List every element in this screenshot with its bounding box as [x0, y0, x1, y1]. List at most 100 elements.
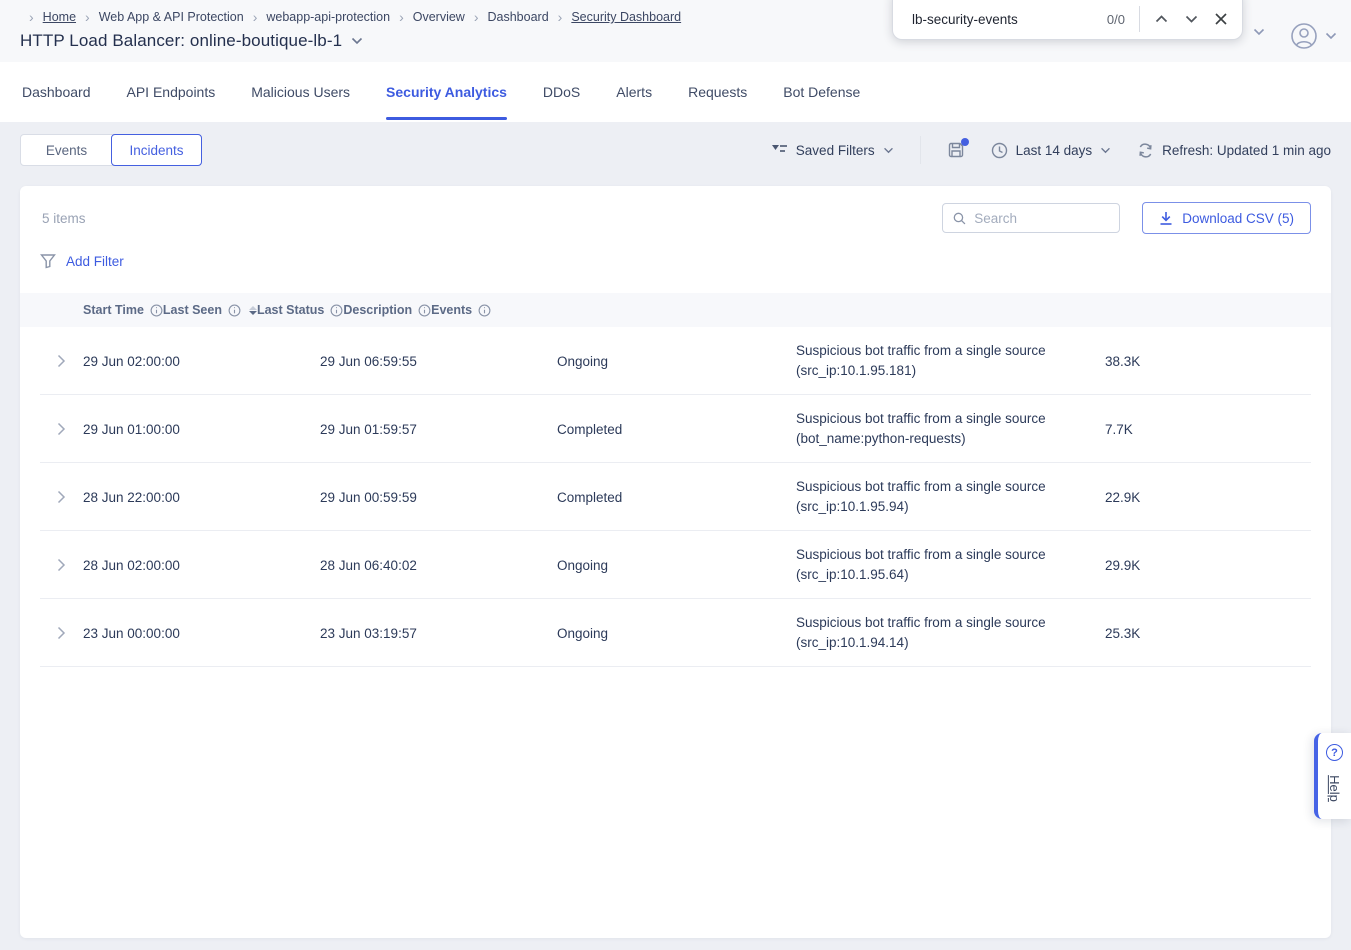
chevron-right-icon	[57, 626, 66, 640]
tab[interactable]: Alerts	[616, 62, 652, 122]
breadcrumb-link[interactable]: Security Dashboard	[571, 10, 681, 24]
table-row: 29 Jun 01:00:00 29 Jun 01:59:57 Complete…	[20, 395, 1331, 463]
collapsed-dropdown-chevron-icon[interactable]	[1253, 28, 1265, 36]
chevron-right-icon	[57, 422, 66, 436]
start-time-cell: 29 Jun 01:00:00	[83, 422, 320, 437]
saved-filters-dropdown[interactable]: Saved Filters	[772, 143, 894, 158]
chevron-right-icon	[57, 354, 66, 368]
table-row: 23 Jun 00:00:00 23 Jun 03:19:57 Ongoing …	[20, 599, 1331, 667]
column-header[interactable]: Last Status	[257, 303, 343, 317]
breadcrumb-item: › Dashboard	[465, 10, 549, 24]
page-title: HTTP Load Balancer: online-boutique-lb-1	[20, 31, 342, 51]
account-menu-chevron-icon[interactable]	[1325, 32, 1337, 40]
last-seen-cell: 29 Jun 06:59:55	[320, 354, 557, 369]
last-seen-cell: 29 Jun 00:59:59	[320, 490, 557, 505]
tab-label: Dashboard	[22, 84, 91, 100]
breadcrumb-link[interactable]: Web App & API Protection	[99, 10, 244, 24]
user-avatar-icon[interactable]	[1290, 22, 1318, 50]
tab-label: Alerts	[616, 84, 652, 100]
breadcrumb-item: › Security Dashboard	[549, 10, 681, 24]
start-time-cell: 28 Jun 02:00:00	[83, 558, 320, 573]
description-cell: Suspicious bot traffic from a single sou…	[796, 613, 1105, 653]
toolbar-divider	[920, 136, 921, 164]
breadcrumb-link[interactable]: webapp-api-protection	[266, 10, 390, 24]
last-status-cell: Ongoing	[557, 558, 796, 573]
breadcrumb-separator-icon: ›	[253, 10, 258, 24]
tab-label: Security Analytics	[386, 84, 507, 100]
column-header[interactable]: Last Seen	[163, 303, 257, 317]
title-chevron-down-icon[interactable]	[351, 37, 363, 45]
last-status-cell: Ongoing	[557, 626, 796, 641]
find-close-button[interactable]	[1206, 4, 1236, 34]
toggle-segment-label: Incidents	[129, 143, 183, 158]
last-status-cell: Ongoing	[557, 354, 796, 369]
events-count-cell: 38.3K	[1105, 354, 1331, 369]
column-header[interactable]: Description	[343, 303, 431, 317]
table-row: 28 Jun 02:00:00 28 Jun 06:40:02 Ongoing …	[20, 531, 1331, 599]
row-expander-button[interactable]	[20, 626, 83, 640]
find-next-button[interactable]	[1176, 4, 1206, 34]
download-csv-label: Download CSV (5)	[1182, 211, 1294, 226]
tab-label: Malicious Users	[251, 84, 350, 100]
filter-lines-icon	[772, 143, 788, 157]
last-seen-cell: 28 Jun 06:40:02	[320, 558, 557, 573]
download-csv-button[interactable]: Download CSV (5)	[1142, 202, 1311, 234]
column-header-label: Start Time	[83, 303, 144, 317]
find-previous-button[interactable]	[1146, 4, 1176, 34]
events-count-cell: 7.7K	[1105, 422, 1331, 437]
chevron-right-icon	[57, 490, 66, 504]
events-incidents-toggle: Events Incidents	[20, 134, 202, 166]
table-search	[942, 203, 1120, 233]
save-filter-button[interactable]	[947, 141, 965, 159]
column-header[interactable]: Start Time	[83, 303, 163, 317]
table-body: 29 Jun 02:00:00 29 Jun 06:59:55 Ongoing …	[20, 327, 1331, 667]
description-cell: Suspicious bot traffic from a single sou…	[796, 477, 1105, 517]
time-range-dropdown[interactable]: Last 14 days	[991, 142, 1112, 159]
help-question-icon: ?	[1326, 744, 1343, 761]
add-filter-button[interactable]: Add Filter	[40, 253, 124, 269]
row-expander-button[interactable]	[20, 490, 83, 504]
refresh-label: Refresh: Updated 1 min ago	[1162, 143, 1331, 158]
toggle-segment[interactable]: Incidents	[111, 134, 202, 166]
tab[interactable]: DDoS	[543, 62, 580, 122]
tab[interactable]: Malicious Users	[251, 62, 350, 122]
row-expander-button[interactable]	[20, 558, 83, 572]
column-header[interactable]: Events	[431, 303, 491, 317]
clock-icon	[991, 142, 1008, 159]
breadcrumb-link[interactable]: Home	[43, 10, 76, 24]
start-time-cell: 29 Jun 02:00:00	[83, 354, 320, 369]
time-range-label: Last 14 days	[1016, 143, 1093, 158]
saved-filters-label: Saved Filters	[796, 143, 875, 158]
breadcrumb-item: › Home	[20, 10, 76, 24]
description-cell: Suspicious bot traffic from a single sou…	[796, 409, 1105, 449]
tab[interactable]: Bot Defense	[783, 62, 860, 122]
section-tabs: Dashboard API Endpoints Malicious Users …	[0, 62, 1351, 122]
tab-label: API Endpoints	[127, 84, 216, 100]
search-input[interactable]	[974, 211, 1109, 226]
toggle-segment-label: Events	[46, 143, 87, 158]
tab[interactable]: Dashboard	[22, 62, 91, 122]
help-tab[interactable]: ? Help	[1314, 733, 1351, 819]
breadcrumb-link[interactable]: Dashboard	[488, 10, 549, 24]
info-icon[interactable]	[418, 304, 431, 317]
tab[interactable]: API Endpoints	[127, 62, 216, 122]
incidents-table: Start Time Last Seen	[20, 293, 1331, 667]
saved-filters-chevron-icon	[883, 147, 894, 154]
row-expander-button[interactable]	[20, 354, 83, 368]
info-icon[interactable]	[330, 304, 343, 317]
column-header-label: Description	[343, 303, 412, 317]
tab[interactable]: Requests	[688, 62, 747, 122]
column-header-label: Events	[431, 303, 472, 317]
row-expander-button[interactable]	[20, 422, 83, 436]
info-icon[interactable]	[150, 304, 163, 317]
info-icon[interactable]	[478, 304, 491, 317]
info-icon[interactable]	[228, 304, 241, 317]
find-match-count: 0/0	[1107, 12, 1125, 27]
toggle-segment[interactable]: Events	[21, 135, 112, 165]
tab[interactable]: Security Analytics	[386, 62, 507, 122]
add-filter-label: Add Filter	[66, 254, 124, 269]
find-input[interactable]: lb-security-events	[893, 12, 1107, 27]
refresh-button[interactable]: Refresh: Updated 1 min ago	[1137, 142, 1331, 159]
sort-indicator-icon[interactable]	[249, 306, 257, 315]
breadcrumb-link[interactable]: Overview	[413, 10, 465, 24]
